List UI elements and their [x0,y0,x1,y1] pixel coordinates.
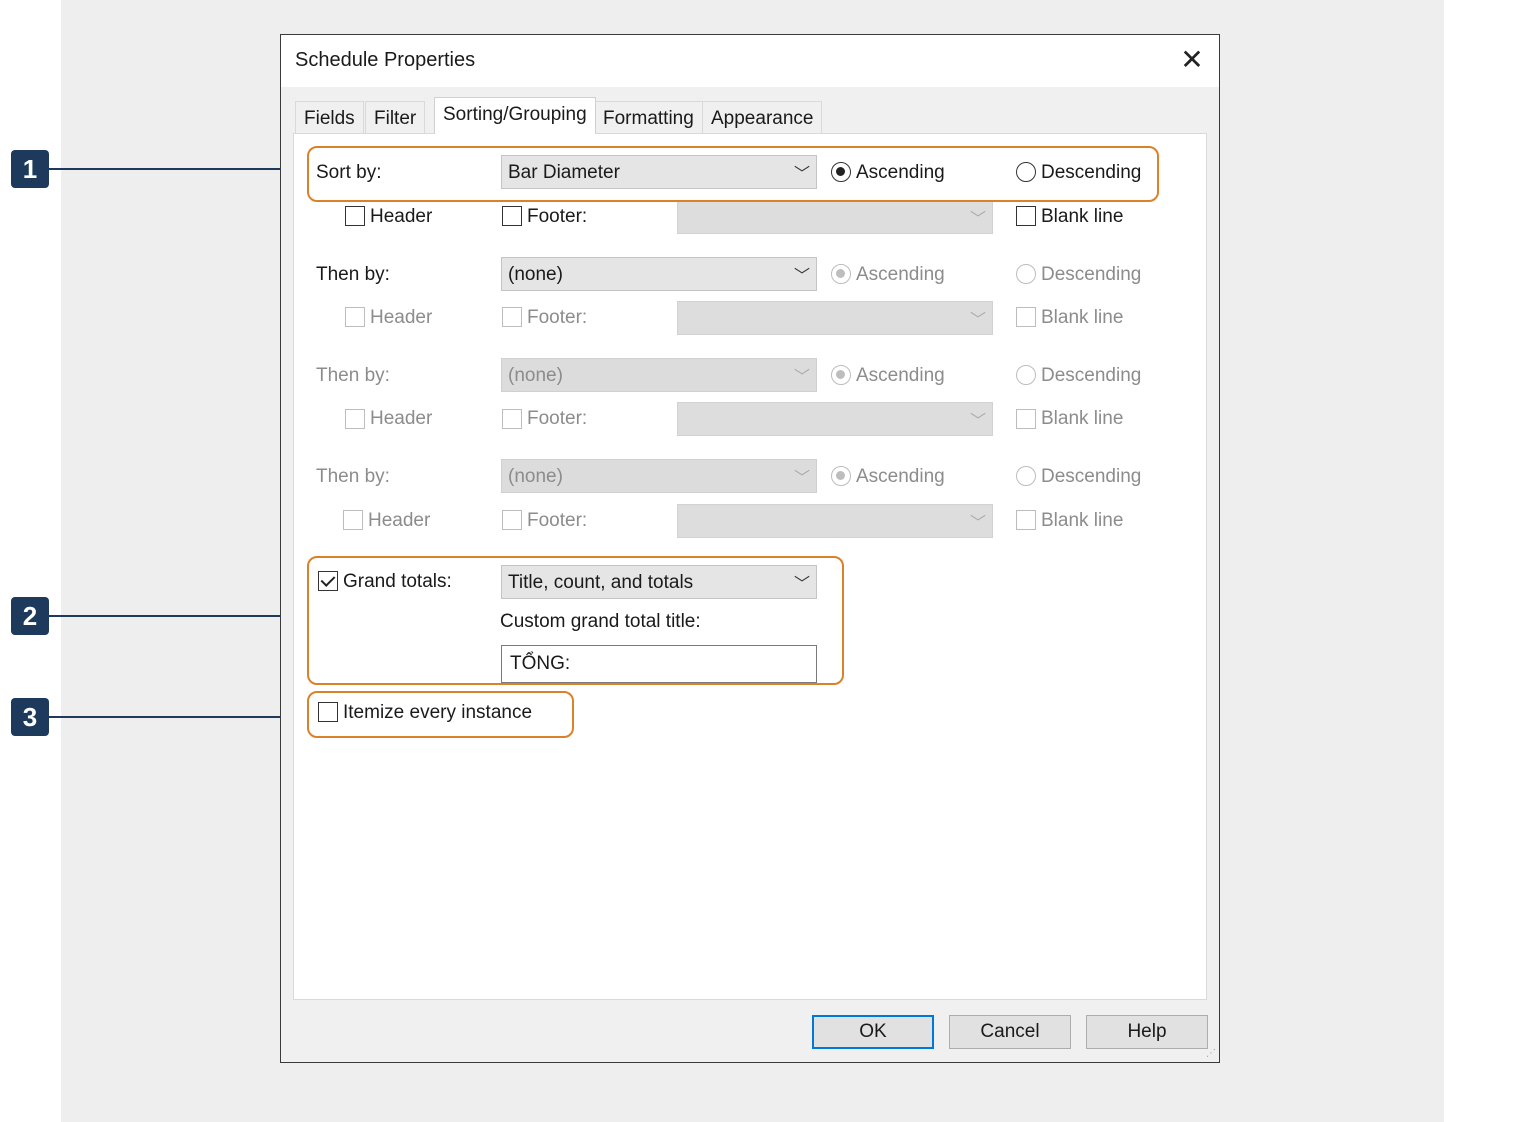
then-by-3-footer-select: ﹀ [677,504,993,538]
sort-by-footer-label: Footer: [527,206,588,227]
sort-by-blank-line-checkbox[interactable] [1016,206,1036,226]
then-by-1-select[interactable]: (none) ﹀ [501,257,817,291]
then-by-3-label: Then by: [316,466,390,487]
sort-by-footer-checkbox[interactable] [502,206,522,226]
callout-1: 1 [11,150,49,188]
then-by-2-header-label: Header [370,408,433,429]
chevron-down-icon: ﹀ [793,369,810,386]
callout-2: 2 [11,597,49,635]
then-by-2-descending-radio[interactable] [1016,365,1036,385]
then-by-1-footer-checkbox[interactable] [502,307,522,327]
chevron-down-icon: ﹀ [969,312,986,329]
highlight-sort-by [307,146,1159,202]
then-by-1-value: (none) [508,264,563,285]
then-by-3-blank-line-checkbox[interactable] [1016,510,1036,530]
sort-by-blank-line-label: Blank line [1041,206,1124,227]
then-by-2-descending-label: Descending [1041,365,1142,386]
then-by-1-footer-select: ﹀ [677,301,993,335]
then-by-2-blank-line-label: Blank line [1041,408,1124,429]
ok-button[interactable]: OK [812,1015,934,1049]
then-by-3-descending-label: Descending [1041,466,1142,487]
then-by-2-select[interactable]: (none) ﹀ [501,358,817,392]
then-by-2-value: (none) [508,365,563,386]
then-by-3-blank-line-label: Blank line [1041,510,1124,531]
then-by-3-descending-radio[interactable] [1016,466,1036,486]
sort-by-header-checkbox[interactable] [345,206,365,226]
schedule-properties-dialog: Schedule Properties ✕ Fields Filter Sort… [280,34,1220,1063]
callout-2-line [49,615,286,617]
then-by-1-blank-line-label: Blank line [1041,307,1124,328]
highlight-grand-totals [307,556,844,685]
then-by-2-ascending-label: Ascending [856,365,945,386]
sort-by-footer-select: ﹀ [677,200,993,234]
tab-sorting-grouping[interactable]: Sorting/Grouping [434,97,596,134]
then-by-2-footer-select: ﹀ [677,402,993,436]
title-bar: Schedule Properties ✕ [281,35,1219,87]
callout-3-line [49,716,286,718]
chevron-down-icon: ﹀ [969,515,986,532]
then-by-1-ascending-radio[interactable] [831,264,851,284]
then-by-1-header-label: Header [370,307,433,328]
resize-grip-icon[interactable]: ⋰ [1206,1048,1216,1059]
chevron-down-icon: ﹀ [969,413,986,430]
then-by-2-blank-line-checkbox[interactable] [1016,409,1036,429]
callout-1-line [49,168,286,170]
then-by-2-ascending-radio[interactable] [831,365,851,385]
help-button[interactable]: Help [1086,1015,1208,1049]
callout-3: 3 [11,698,49,736]
then-by-1-header-checkbox[interactable] [345,307,365,327]
then-by-2-label: Then by: [316,365,390,386]
then-by-3-ascending-label: Ascending [856,466,945,487]
chevron-down-icon: ﹀ [969,211,986,228]
then-by-3-footer-checkbox[interactable] [502,510,522,530]
then-by-1-blank-line-checkbox[interactable] [1016,307,1036,327]
then-by-3-header-checkbox[interactable] [343,510,363,530]
then-by-1-descending-radio[interactable] [1016,264,1036,284]
chevron-down-icon: ﹀ [793,470,810,487]
dialog-title: Schedule Properties [295,49,476,71]
chevron-down-icon: ﹀ [793,268,810,285]
then-by-3-footer-label: Footer: [527,510,588,531]
tab-appearance[interactable]: Appearance [702,101,823,133]
then-by-2-footer-label: Footer: [527,408,588,429]
tab-fields[interactable]: Fields [295,101,364,133]
then-by-2-header-checkbox[interactable] [345,409,365,429]
cancel-button[interactable]: Cancel [949,1015,1071,1049]
then-by-3-header-label: Header [368,510,431,531]
then-by-1-ascending-label: Ascending [856,264,945,285]
then-by-1-footer-label: Footer: [527,307,588,328]
highlight-itemize [307,691,574,738]
tab-filter[interactable]: Filter [365,101,426,133]
tab-formatting[interactable]: Formatting [594,101,703,133]
sort-by-header-label: Header [370,206,433,227]
then-by-1-descending-label: Descending [1041,264,1142,285]
then-by-3-ascending-radio[interactable] [831,466,851,486]
then-by-1-label: Then by: [316,264,390,285]
then-by-2-footer-checkbox[interactable] [502,409,522,429]
close-icon[interactable]: ✕ [1175,43,1209,77]
then-by-3-select[interactable]: (none) ﹀ [501,459,817,493]
then-by-3-value: (none) [508,466,563,487]
